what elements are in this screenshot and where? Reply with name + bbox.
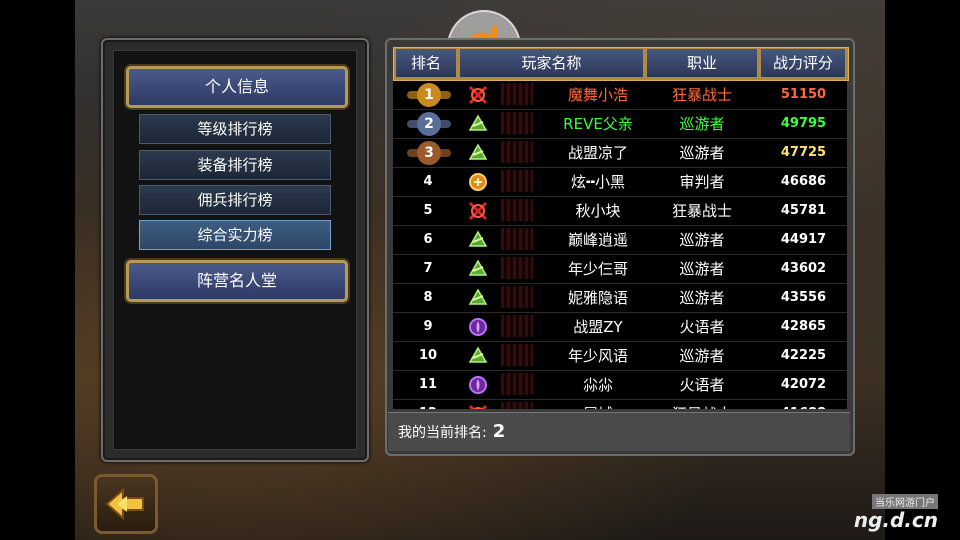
back-arrow-icon	[105, 487, 144, 521]
overall-rank-button[interactable]: 综合实力榜	[139, 220, 331, 250]
power-score: 42865	[780, 319, 827, 334]
rank-number: 10	[418, 348, 438, 363]
power-score: 49795	[780, 116, 827, 131]
ranking-list[interactable]: 1 魔舞小浩 狂暴战士 51150 2 REVE父亲 巡游者 49795 3 战盟凉了 巡游者 477…	[393, 81, 847, 409]
header-rank: 排名	[396, 49, 456, 77]
player-job: 巡游者	[679, 115, 725, 133]
merc-rank-button[interactable]: 佣兵排行榜	[139, 185, 331, 215]
power-score: 44917	[780, 232, 827, 247]
power-score: 46686	[780, 174, 827, 189]
rank-medal-icon: 3	[407, 141, 451, 165]
watermark-text: 当乐网游门户	[872, 494, 938, 509]
personal-info-button[interactable]: 个人信息	[126, 66, 348, 108]
player-job: 狂暴战士	[646, 400, 758, 409]
rank-medal-icon: 2	[407, 112, 451, 136]
ranger-icon	[467, 258, 489, 280]
firespeaker-icon	[467, 374, 489, 396]
berserker-icon	[467, 84, 489, 106]
rank-number: 8	[423, 290, 433, 305]
table-row[interactable]: 11 尛尛 火语者 42072	[393, 371, 847, 400]
player-job: 火语者	[679, 376, 725, 394]
player-job: 火语者	[679, 318, 725, 336]
power-score: 45781	[780, 203, 827, 218]
player-job: 巡游者	[679, 260, 725, 278]
berserker-icon	[467, 200, 489, 222]
berserker-icon	[467, 403, 489, 409]
rank-number: 7	[423, 261, 433, 276]
player-job: 巡游者	[679, 231, 725, 249]
player-job: 巡游者	[679, 289, 725, 307]
back-button[interactable]	[94, 474, 158, 534]
my-rank-bar: 我的当前排名: 2	[388, 412, 850, 451]
rank-number: 9	[423, 319, 433, 334]
watermark-domain: ng.d.cn	[853, 508, 938, 532]
table-row[interactable]: 3 战盟凉了 巡游者 47725	[393, 139, 847, 168]
player-job: 巡游者	[679, 144, 725, 162]
rank-medal-icon: 1	[407, 83, 451, 107]
level-rank-button[interactable]: 等级排行榜	[139, 114, 331, 144]
table-row[interactable]: 6 巅峰逍遥 巡游者 44917	[393, 226, 847, 255]
rank-number: 11	[418, 377, 438, 392]
ranger-icon	[467, 229, 489, 251]
power-score: 42072	[780, 377, 827, 392]
power-score: 51150	[780, 87, 827, 102]
table-row[interactable]: 10 年少风语 巡游者 42225	[393, 342, 847, 371]
table-row[interactable]: 2 REVE父亲 巡游者 49795	[393, 110, 847, 139]
table-row[interactable]: 7 年少仨哥 巡游者 43602	[393, 255, 847, 284]
table-row[interactable]: 8 妮雅隐语 巡游者 43556	[393, 284, 847, 313]
faction-hall-button[interactable]: 阵营名人堂	[126, 260, 348, 302]
watermark: 当乐网游门户 ng.d.cn	[818, 494, 938, 534]
header-player-name: 玩家名称	[460, 49, 643, 77]
ranger-icon	[467, 345, 489, 367]
player-job: 巡游者	[679, 347, 725, 365]
ranger-icon	[467, 287, 489, 309]
table-row[interactable]: 4 炫╍小黑 审判者 46686	[393, 168, 847, 197]
table-row[interactable]: 1 魔舞小浩 狂暴战士 51150	[393, 81, 847, 110]
rank-number: 5	[423, 203, 433, 218]
table-row[interactable]: 12屠城狂暴战士41688	[393, 400, 847, 409]
my-rank-label: 我的当前排名:	[398, 425, 487, 441]
rank-number: 6	[423, 232, 433, 247]
my-rank-value: 2	[492, 421, 506, 442]
player-job: 狂暴战士	[671, 86, 732, 104]
header-job: 职业	[647, 49, 757, 77]
power-score: 42225	[780, 348, 827, 363]
player-job: 狂暴战士	[671, 202, 732, 220]
firespeaker-icon	[467, 316, 489, 338]
player-job: 审判者	[679, 173, 725, 191]
equip-rank-button[interactable]: 装备排行榜	[139, 150, 331, 180]
power-score: 43602	[780, 261, 827, 276]
rank-number: 12	[393, 400, 463, 409]
judge-icon	[467, 171, 489, 193]
ranger-icon	[467, 113, 489, 135]
power-score: 41688	[760, 400, 847, 409]
table-row[interactable]: 9 战盟ZY 火语者 42865	[393, 313, 847, 342]
power-score: 43556	[780, 290, 827, 305]
header-score: 战力评分	[761, 49, 845, 77]
rank-number: 4	[423, 174, 433, 189]
table-row[interactable]: 5 秋小块 狂暴战士 45781	[393, 197, 847, 226]
power-score: 47725	[780, 145, 827, 160]
ranger-icon	[467, 142, 489, 164]
